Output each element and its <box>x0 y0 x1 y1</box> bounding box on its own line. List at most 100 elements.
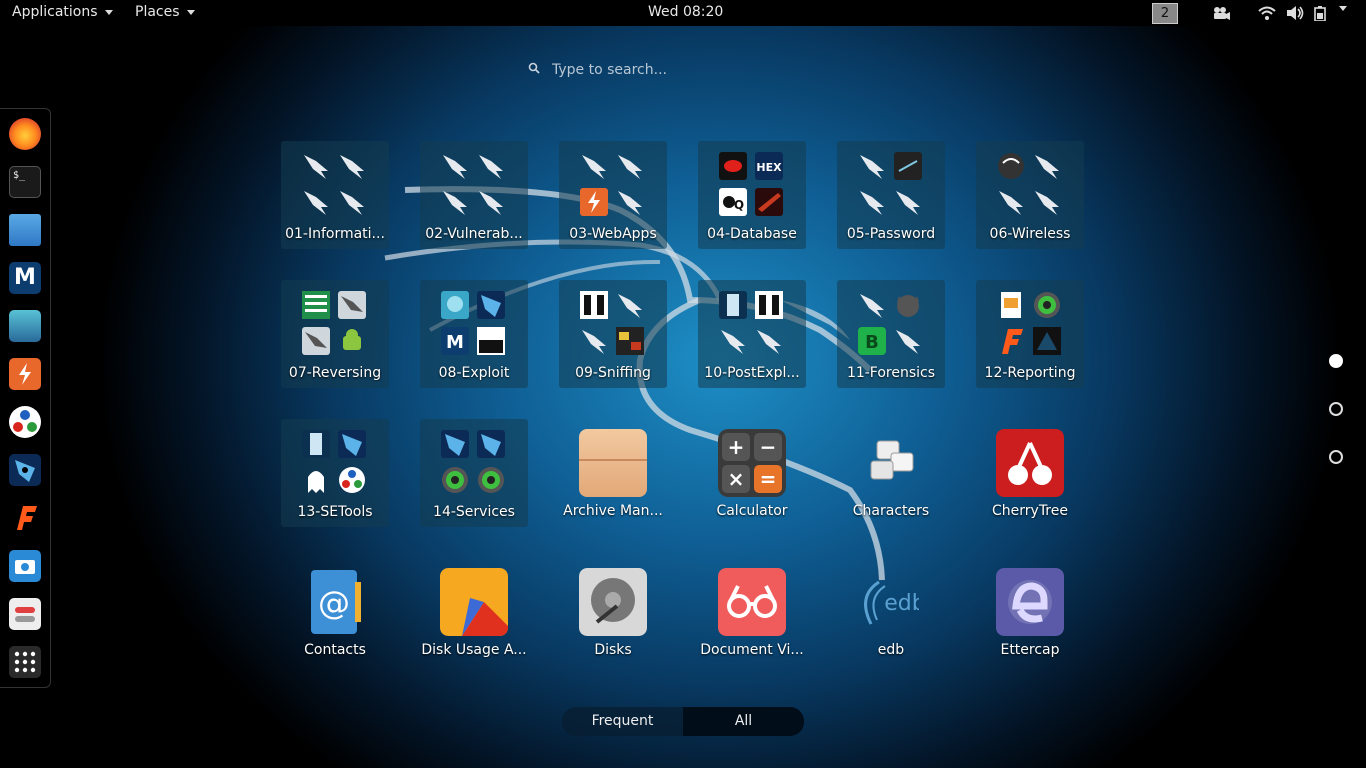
folder-13-setools[interactable]: 13-SETools <box>281 419 389 527</box>
burpsuite-icon[interactable] <box>9 358 41 390</box>
folder-02-vulnerability[interactable]: 02-Vulnerab... <box>420 141 528 249</box>
folder-04-database[interactable]: HEX Q 04-Database <box>698 141 806 249</box>
svg-text:HEX: HEX <box>756 161 782 174</box>
page-indicator-2[interactable] <box>1329 402 1343 416</box>
packet-tool-icon <box>616 327 644 355</box>
battery-icon[interactable] <box>1314 5 1336 21</box>
search-input[interactable] <box>550 56 814 84</box>
app-document-viewer[interactable]: Document Vi... <box>698 558 806 666</box>
beef-icon[interactable] <box>9 454 41 486</box>
aircrack-icon <box>998 153 1024 179</box>
tile-label: 13-SETools <box>297 504 373 520</box>
kali-dragon-icon <box>582 155 606 179</box>
screenshot-icon[interactable] <box>9 550 41 582</box>
files-icon[interactable] <box>9 214 41 246</box>
tile-label: Characters <box>852 503 930 519</box>
app-edb[interactable]: edb edb <box>837 558 945 666</box>
hex-editor-icon: HEX <box>755 152 783 180</box>
search-box[interactable] <box>522 56 822 84</box>
tile-label: 09-Sniffing <box>575 365 651 381</box>
all-button[interactable]: All <box>683 707 804 736</box>
kali-dragon-icon <box>999 191 1023 215</box>
kali-dragon-icon <box>757 330 781 354</box>
beef-icon <box>477 430 505 458</box>
app-archive-manager[interactable]: Archive Man... <box>559 419 667 527</box>
sqlmap-icon: Q <box>719 188 747 216</box>
tile-label: 08-Exploit <box>438 365 510 381</box>
app-characters[interactable]: Characters <box>837 419 945 527</box>
door-icon <box>719 291 747 319</box>
svg-text:Q: Q <box>734 198 744 212</box>
beef-icon <box>338 430 366 458</box>
kali-dragon-icon <box>443 191 467 215</box>
characters-icon <box>870 440 914 480</box>
folder-14-services[interactable]: 14-Services <box>420 419 528 527</box>
chevron-down-icon <box>186 9 195 15</box>
burpsuite-icon <box>580 188 608 216</box>
folder-03-webapps[interactable]: 03-WebApps <box>559 141 667 249</box>
folder-01-information[interactable]: 01-Informati... <box>281 141 389 249</box>
metasploit-icon[interactable]: M <box>9 262 41 294</box>
folder-05-password[interactable]: 05-Password <box>837 141 945 249</box>
terminal-icon[interactable]: $_ <box>9 166 41 198</box>
camera-icon[interactable] <box>1212 5 1230 21</box>
service-icon <box>442 467 468 493</box>
disks-icon <box>579 568 647 636</box>
app-disk-usage-analyzer[interactable]: Disk Usage A... <box>420 558 528 666</box>
faraday-icon[interactable] <box>9 502 41 534</box>
tile-label: Disk Usage A... <box>421 642 527 658</box>
app-cherrytree[interactable]: CherryTree <box>976 419 1084 527</box>
report-doc-icon <box>1001 292 1021 318</box>
folder-10-postexploitation[interactable]: 10-PostExpl... <box>698 280 806 388</box>
cherrytree-icon <box>996 429 1064 497</box>
volume-icon[interactable] <box>1286 5 1304 21</box>
metasploit-icon: M <box>441 327 469 355</box>
page-indicator-1[interactable] <box>1329 354 1343 368</box>
edb-icon: edb <box>864 580 919 625</box>
folder-12-reporting[interactable]: 12-Reporting <box>976 280 1084 388</box>
frequent-button[interactable]: Frequent <box>562 707 683 736</box>
wifi-icon[interactable] <box>1258 5 1276 21</box>
svg-text:+: + <box>728 435 745 459</box>
app-disks[interactable]: Disks <box>559 558 667 666</box>
maltego-icon[interactable] <box>9 406 41 438</box>
show-apps-icon[interactable] <box>9 646 41 678</box>
folder-07-reversing[interactable]: 07-Reversing <box>281 280 389 388</box>
chevron-down-icon <box>104 9 113 15</box>
kali-dragon-icon <box>304 155 328 179</box>
archive-manager-icon <box>579 429 647 497</box>
dragon-badge-icon <box>338 291 366 319</box>
firefox-icon[interactable] <box>9 118 41 150</box>
places-menu[interactable]: Places <box>135 4 195 20</box>
disk-usage-icon <box>440 568 508 636</box>
kali-dragon-icon <box>721 330 745 354</box>
kali-dragon-icon <box>479 191 503 215</box>
folder-06-wireless[interactable]: 06-Wireless <box>976 141 1084 249</box>
app-calculator[interactable]: + − × = Calculator <box>698 419 806 527</box>
clock[interactable]: Wed 08:20 <box>648 4 723 20</box>
folder-09-sniffing[interactable]: 09-Sniffing <box>559 280 667 388</box>
workspace-indicator[interactable]: 2 <box>1152 3 1178 24</box>
msfpc-icon <box>477 327 505 355</box>
system-menu-chevron-icon[interactable] <box>1339 6 1347 11</box>
kali-dragon-icon <box>896 191 920 215</box>
sniffer-icon <box>755 291 783 319</box>
settings-icon[interactable] <box>9 598 41 630</box>
ghost-icon <box>308 471 324 493</box>
tile-label: Disks <box>594 642 632 658</box>
page-indicator-3[interactable] <box>1329 450 1343 464</box>
app-ettercap[interactable]: Ettercap <box>976 558 1084 666</box>
app-contacts[interactable]: @ Contacts <box>281 558 389 666</box>
applications-label: Applications <box>12 4 98 20</box>
svg-text:edb: edb <box>884 591 919 616</box>
android-icon <box>343 329 361 350</box>
places-label: Places <box>135 4 180 20</box>
folder-08-exploit[interactable]: M 08-Exploit <box>420 280 528 388</box>
folder-11-forensics[interactable]: B 11-Forensics <box>837 280 945 388</box>
door-icon <box>302 430 330 458</box>
service-icon <box>478 467 504 493</box>
tile-label: 02-Vulnerab... <box>425 226 523 242</box>
calculator-icon: + − × = <box>718 429 786 497</box>
armitage-icon[interactable] <box>9 310 41 342</box>
applications-menu[interactable]: Applications <box>12 4 113 20</box>
